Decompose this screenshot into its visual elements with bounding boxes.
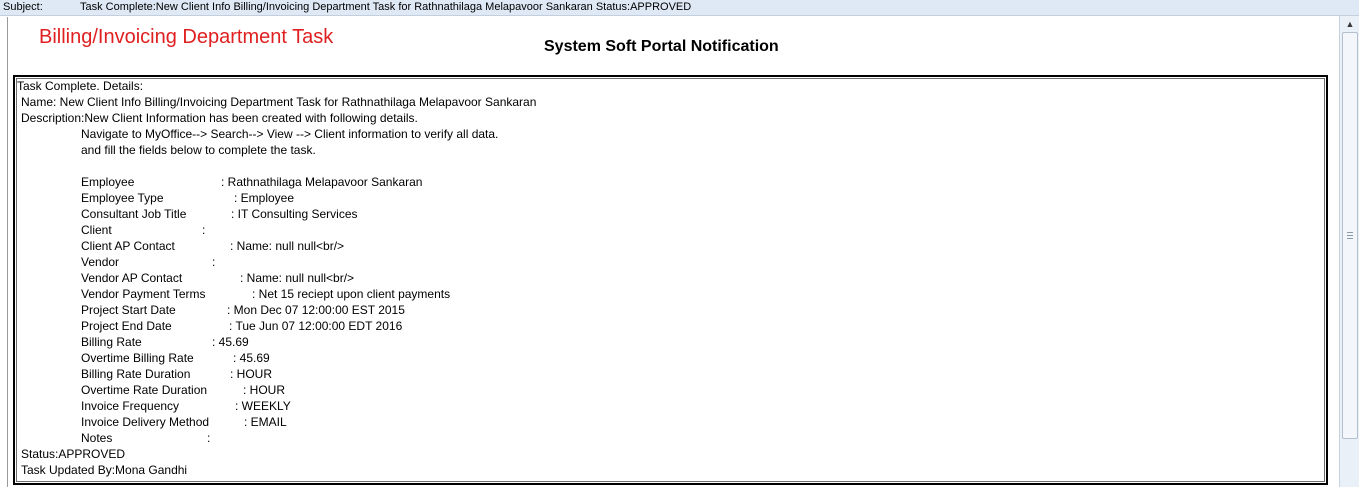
- field-label-vendor: Vendor: [81, 255, 120, 269]
- subject-bar: Subject: Task Complete:New Client Info B…: [0, 0, 1359, 16]
- field-label-vendor-ap-contact: Vendor AP Contact: [81, 271, 183, 285]
- field-label-overtime-rate-duration: Overtime Rate Duration: [81, 383, 208, 397]
- thumb-grip: [1347, 235, 1353, 236]
- portal-title: System Soft Portal Notification: [544, 38, 779, 55]
- field-value-vendor-ap-contact: : Name: null null<br/>: [240, 271, 355, 285]
- field-value-vendor-payment-terms: : Net 15 reciept upon client payments: [252, 287, 451, 301]
- field-value-consultant-job-title: : IT Consulting Services: [231, 207, 358, 221]
- task-description: Description:New Client Information has b…: [21, 111, 418, 125]
- field-label-project-start-date: Project Start Date: [81, 303, 176, 317]
- thumb-grip: [1347, 232, 1353, 233]
- scrollbar-thumb[interactable]: [1342, 32, 1358, 439]
- field-value-billing-rate-duration: : HOUR: [230, 367, 272, 381]
- details-intro: Task Complete. Details:: [17, 79, 144, 93]
- field-label-client: Client: [81, 223, 112, 237]
- instruction-line: Navigate to MyOffice--> Search--> View -…: [81, 127, 499, 141]
- department-title: Billing/Invoicing Department Task: [39, 26, 334, 48]
- vertical-scrollbar[interactable]: ▲: [1339, 16, 1359, 487]
- field-label-overtime-billing-rate: Overtime Billing Rate: [81, 351, 194, 365]
- field-value-invoice-delivery-method: : EMAIL: [244, 415, 287, 429]
- field-value-vendor: :: [212, 255, 216, 269]
- task-updated-by: Task Updated By:Mona Gandhi: [21, 463, 188, 477]
- field-label-invoice-frequency: Invoice Frequency: [81, 399, 180, 413]
- field-value-client-ap-contact: : Name: null null<br/>: [230, 239, 345, 253]
- chevron-up-icon[interactable]: ▲: [1344, 19, 1356, 29]
- field-value-project-end-date: : Tue Jun 07 12:00:00 EDT 2016: [229, 319, 403, 333]
- field-value-project-start-date: : Mon Dec 07 12:00:00 EST 2015: [227, 303, 405, 317]
- field-label-consultant-job-title: Consultant Job Title: [81, 207, 187, 221]
- field-label-vendor-payment-terms: Vendor Payment Terms: [81, 287, 206, 301]
- field-value-employee-type: : Employee: [234, 191, 295, 205]
- instruction-line: and fill the fields below to complete th…: [81, 143, 316, 157]
- field-value-notes: :: [207, 431, 211, 445]
- field-label-invoice-delivery-method: Invoice Delivery Method: [81, 415, 210, 429]
- subject-label: Subject:: [3, 1, 43, 13]
- field-label-employee: Employee: [81, 175, 135, 189]
- subject-value: Task Complete:New Client Info Billing/In…: [80, 1, 692, 13]
- field-label-employee-type: Employee Type: [81, 191, 164, 205]
- field-label-notes: Notes: [81, 431, 113, 445]
- thumb-grip: [1347, 238, 1353, 239]
- task-name: Name: New Client Info Billing/Invoicing …: [21, 95, 537, 109]
- field-value-billing-rate: : 45.69: [212, 335, 249, 349]
- field-value-employee: : Rathnathilaga Melapavoor Sankaran: [221, 175, 423, 189]
- field-label-billing-rate-duration: Billing Rate Duration: [81, 367, 191, 381]
- field-label-client-ap-contact: Client AP Contact: [81, 239, 175, 253]
- field-value-invoice-frequency: : WEEKLY: [235, 399, 291, 413]
- field-value-overtime-rate-duration: : HOUR: [243, 383, 285, 397]
- task-status: Status:APPROVED: [21, 447, 126, 461]
- field-label-billing-rate: Billing Rate: [81, 335, 142, 349]
- field-value-overtime-billing-rate: : 45.69: [233, 351, 270, 365]
- field-label-project-end-date: Project End Date: [81, 319, 172, 333]
- field-value-client: :: [202, 223, 206, 237]
